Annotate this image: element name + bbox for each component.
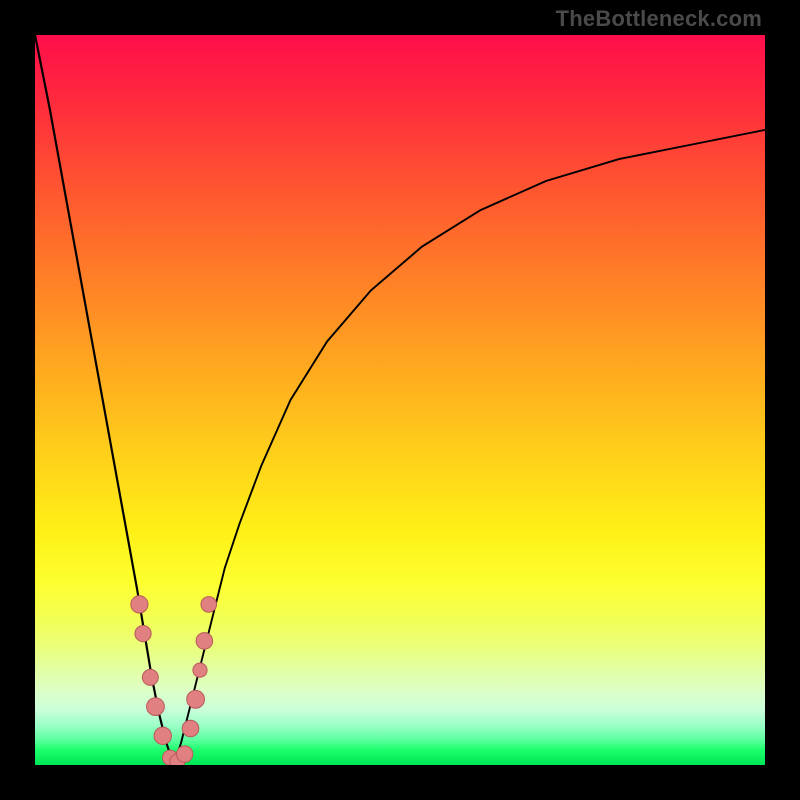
outer-frame: TheBottleneck.com <box>0 0 800 800</box>
marker-dot <box>131 596 148 613</box>
marker-dot <box>187 690 205 708</box>
marker-dot <box>154 727 171 744</box>
marker-dot <box>176 746 192 762</box>
marker-dot <box>147 698 165 716</box>
marker-dot <box>196 633 213 650</box>
curve-layer <box>35 35 765 765</box>
marker-layer <box>131 596 217 765</box>
marker-dot <box>193 663 207 677</box>
marker-dot <box>142 669 158 685</box>
marker-dot <box>201 597 217 613</box>
curve-left_branch <box>35 35 174 765</box>
marker-dot <box>135 626 151 642</box>
chart-svg <box>35 35 765 765</box>
plot-area <box>35 35 765 765</box>
watermark-text: TheBottleneck.com <box>556 6 762 32</box>
marker-dot <box>182 720 199 737</box>
curve-right_branch <box>174 130 765 765</box>
